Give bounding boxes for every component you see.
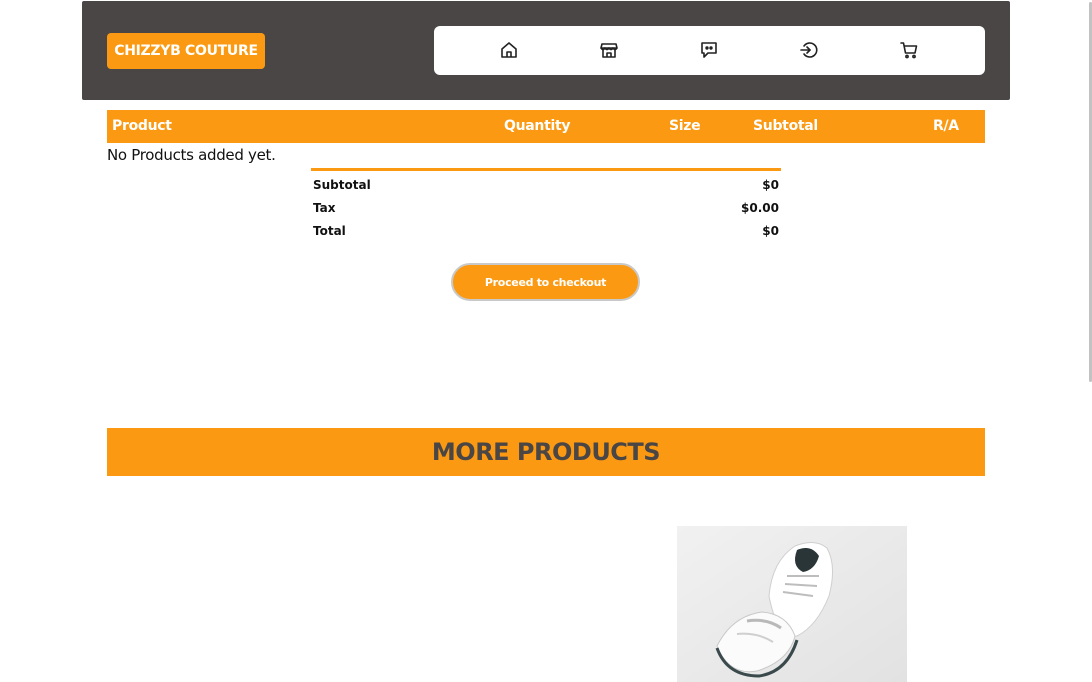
home-icon[interactable] xyxy=(499,40,519,60)
brand-logo-button[interactable]: CHIZZYB COUTURE xyxy=(107,33,265,69)
totals-row-total: Total $0 xyxy=(311,217,781,240)
tax-label: Tax xyxy=(313,201,336,215)
product-image-sneakers[interactable] xyxy=(677,526,907,682)
totals-row-tax: Tax $0.00 xyxy=(311,194,781,217)
empty-cart-message: No Products added yet. xyxy=(107,146,276,164)
header-quantity: Quantity xyxy=(504,118,571,134)
tax-value: $0.00 xyxy=(741,201,779,215)
totals-row-subtotal: Subtotal $0 xyxy=(311,171,781,194)
header-size: Size xyxy=(669,118,701,134)
sneakers-photo xyxy=(677,526,907,682)
checkout-button[interactable]: Proceed to checkout xyxy=(451,263,640,301)
cart-icon[interactable] xyxy=(899,40,919,60)
main-nav xyxy=(434,26,985,75)
cart-totals: Subtotal $0 Tax $0.00 Total $0 xyxy=(311,168,781,240)
total-value: $0 xyxy=(762,224,779,238)
total-label: Total xyxy=(313,224,346,238)
top-header: CHIZZYB COUTURE xyxy=(82,1,1010,100)
login-icon[interactable] xyxy=(799,40,819,60)
subtotal-value: $0 xyxy=(762,178,779,192)
header-product: Product xyxy=(112,118,172,134)
cart-table-header: Product Quantity Size Subtotal R/A xyxy=(107,110,985,143)
store-icon[interactable] xyxy=(599,40,619,60)
header-subtotal: Subtotal xyxy=(753,118,818,134)
more-products-banner: MORE PRODUCTS xyxy=(107,428,985,476)
header-remove: R/A xyxy=(933,118,959,134)
subtotal-label: Subtotal xyxy=(313,178,371,192)
chat-icon[interactable] xyxy=(699,40,719,60)
